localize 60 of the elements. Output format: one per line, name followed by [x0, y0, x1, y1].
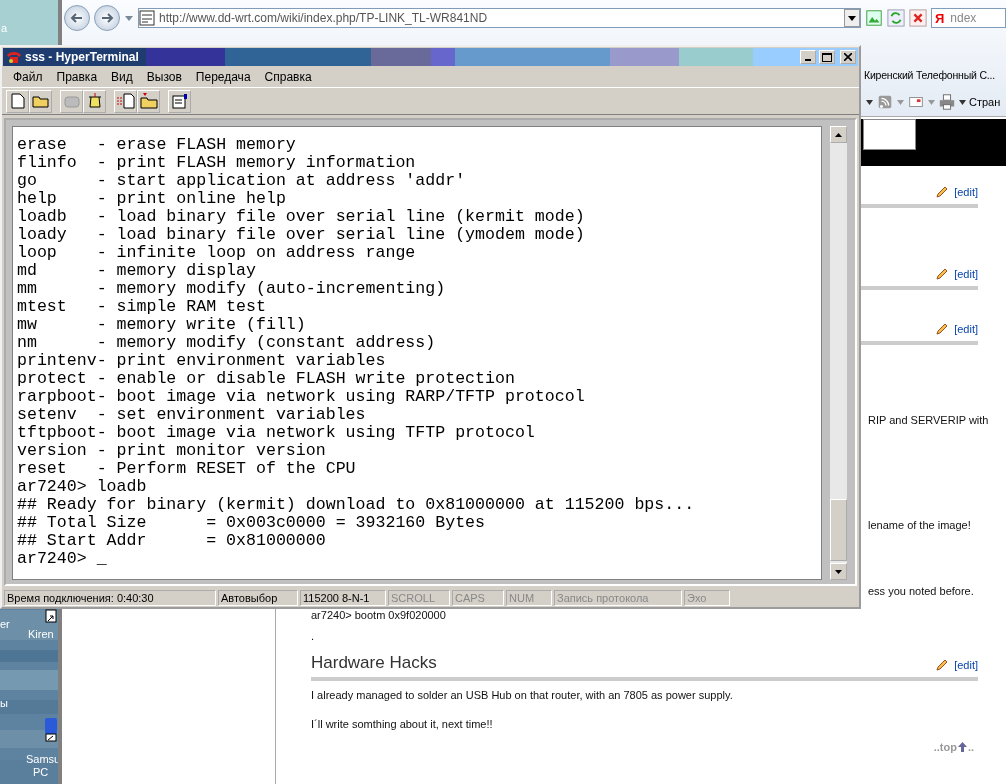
terminal-line: ## Ready for binary (kermit) download to 0x81000000 at 115200 bps... — [17, 496, 696, 514]
terminal-line: rarpboot- boot image via network using RARP/TFTP protocol — [17, 388, 586, 406]
desktop-icon-label: ы — [0, 697, 8, 709]
menu-item[interactable]: Вызов — [139, 70, 189, 84]
terminal-line: mtest - simple RAM test — [17, 298, 267, 316]
terminal-line: loady - load binary file over serial line (ymodem mode) — [17, 226, 586, 244]
terminal-line: tftpboot- boot image via network using TFTP protocol — [17, 424, 536, 442]
menu-item[interactable]: Передача — [188, 70, 258, 84]
terminal-line: md - memory display — [17, 262, 257, 280]
paragraph-text: lename of the image! — [868, 519, 971, 533]
status-bar-field: CAPS — [452, 589, 504, 606]
terminal-line: ## Start Addr = 0x81000000 — [17, 532, 327, 550]
terminal-line: protect - enable or disable FLASH write protection — [17, 370, 516, 388]
status-bar-field: Время подключения: 0:40:30 — [4, 589, 216, 606]
edit-link[interactable]: [edit] — [954, 323, 978, 335]
terminal-line: mw - memory write (fill) — [17, 316, 307, 334]
paragraph-text: RIP and SERVERIP with — [868, 414, 989, 428]
menu-item[interactable]: Файл — [6, 70, 50, 84]
terminal-line: reset - Perform RESET of the CPU — [17, 460, 357, 478]
edit-link[interactable]: [edit] — [954, 186, 978, 198]
status-bar-field: Запись протокола — [554, 589, 682, 606]
status-bar-field: Автовыбор — [218, 589, 298, 606]
terminal-line: version - print monitor version — [17, 442, 327, 460]
paragraph-text: ar7240> bootm 0x9f020000 — [311, 609, 447, 623]
page-menu[interactable]: Стран — [969, 96, 1001, 108]
search-field[interactable]: Я ndex — [931, 8, 1006, 28]
browser-tab[interactable]: Киренский Телефонный С... — [864, 69, 995, 81]
status-bar-field: NUM — [506, 589, 552, 606]
menu-item[interactable]: Правка — [49, 70, 105, 84]
desktop-icon-label: PC — [33, 766, 49, 778]
window-title: sss - HyperTerminal — [25, 50, 140, 64]
terminal-line: loop - infinite loop on address range — [17, 244, 417, 262]
paragraph-text: I already managed to solder an USB Hub on that router, with an 7805 as power supply. — [311, 689, 734, 703]
terminal-line: help - print online help — [17, 190, 287, 208]
terminal-line: flinfo - print FLASH memory information — [17, 154, 417, 172]
terminal-line: ar7240> _ — [17, 550, 108, 568]
section-heading: Hardware Hacks — [311, 653, 437, 673]
paragraph-text: I´ll write somthing about it, next time!! — [311, 718, 494, 732]
edit-link[interactable]: [edit] — [954, 659, 978, 671]
terminal-line: erase - erase FLASH memory — [17, 136, 297, 154]
paragraph-text: . — [311, 630, 316, 644]
address-field[interactable]: http://www.dd-wrt.com/wiki/index.php/TP-LINK_TL-WR841ND — [138, 8, 861, 28]
desktop-icon-label: Kiren — [28, 628, 54, 640]
terminal-line: ## Total Size = 0x003c0000 = 3932160 Bytes — [17, 514, 487, 532]
menu-item[interactable]: Справка — [257, 70, 319, 84]
terminal-line: setenv - set environment variables — [17, 406, 367, 424]
terminal-line: mm - memory modify (auto-incrementing) — [17, 280, 447, 298]
desktop-icon-label: а — [1, 22, 8, 34]
status-bar-field: SCROLL — [388, 589, 450, 606]
paragraph-text: ess you noted before. — [868, 585, 974, 599]
status-bar-field: 115200 8-N-1 — [300, 589, 386, 606]
terminal-line: nm - memory modify (constant address) — [17, 334, 437, 352]
terminal-line: ar7240> loadb — [17, 478, 148, 496]
desktop-icon-label: er — [0, 618, 10, 630]
terminal-line: go - start application at address 'addr' — [17, 172, 467, 190]
terminal-line: loadb - load binary file over serial line (kermit mode) — [17, 208, 586, 226]
terminal-line: printenv- print environment variables — [17, 352, 387, 370]
menu-item[interactable]: Вид — [104, 70, 140, 84]
status-bar-field: Эхо — [684, 589, 730, 606]
edit-link[interactable]: [edit] — [954, 268, 978, 280]
